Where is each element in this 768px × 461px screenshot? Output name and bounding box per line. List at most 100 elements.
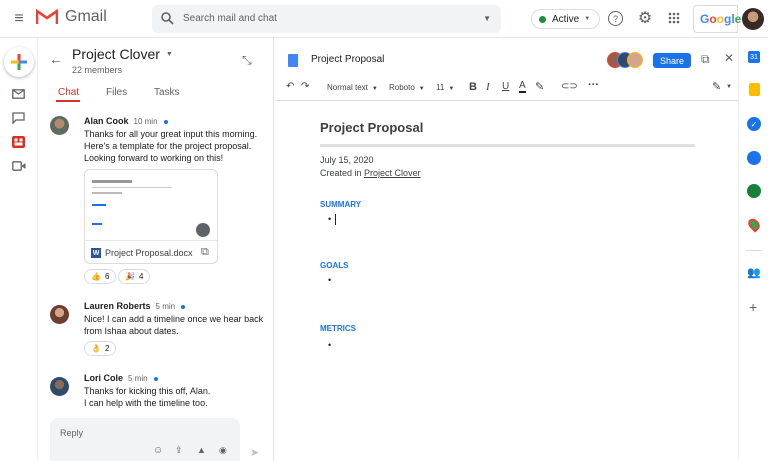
status-selector[interactable]: Active ▼ [531, 9, 600, 29]
gmail-logo[interactable]: Gmail [36, 8, 107, 26]
emoji-icon[interactable]: ☺ [153, 445, 163, 456]
chevron-down-icon[interactable]: ▼ [726, 84, 732, 90]
tab-chat[interactable]: Chat [58, 87, 79, 98]
brand-text: Google [700, 12, 742, 26]
calendar-icon[interactable]: 31 [748, 51, 760, 63]
reaction-count: 6 [104, 272, 110, 281]
add-addon-icon[interactable]: + [749, 299, 757, 315]
right-rail: 31 ✓ 👥 + [738, 38, 768, 461]
open-external-icon[interactable]: ⧉ [201, 246, 209, 259]
drive-icon[interactable]: ▲ [197, 445, 206, 455]
mail-icon[interactable] [12, 89, 25, 99]
thumbnail-title-bar [92, 180, 132, 183]
doc-title: Project Proposal [311, 54, 385, 65]
new-button[interactable] [4, 47, 34, 77]
share-button[interactable]: Share [653, 53, 691, 68]
gear-icon[interactable]: ⚙ [636, 9, 654, 27]
chat-bubble-icon[interactable] [196, 223, 210, 237]
attachment-card[interactable]: W Project Proposal.docx ⧉ [84, 169, 218, 264]
format-toolbar: ↶ ↷ Normal text ▼ Roboto ▼ 11 ▼ B I U A ✎ ⊂… [275, 78, 738, 98]
avatar [627, 52, 643, 68]
style-dropdown[interactable]: Normal text ▼ [327, 83, 378, 92]
message-author: Lauren Roberts [84, 301, 151, 311]
close-icon[interactable]: ✕ [724, 51, 734, 65]
app-name: Gmail [65, 8, 107, 25]
chevron-down-icon: ▼ [584, 16, 591, 22]
created-link[interactable]: Project Clover [364, 168, 421, 178]
keep-icon[interactable] [749, 83, 760, 96]
attachment-thumbnail [85, 170, 217, 241]
style-label: Normal text [327, 83, 368, 92]
created-in-line: Created in Project Clover [320, 168, 421, 178]
reply-box[interactable]: Reply ☺ ⇪ ▲ ◉ [50, 418, 240, 461]
maps-icon[interactable] [745, 216, 763, 233]
font-label: Roboto [389, 83, 415, 92]
google-account-logo[interactable]: Google [693, 5, 742, 33]
avatar [50, 377, 69, 396]
reaction-chip[interactable]: 🎉 4 [118, 269, 151, 284]
online-dot [153, 376, 158, 381]
voice-icon[interactable] [747, 184, 761, 198]
bullet: • [328, 275, 332, 285]
reaction-chip[interactable]: 👍 6 [84, 269, 117, 284]
rooms-icon[interactable] [12, 136, 25, 148]
message-author: Lori Cole [84, 373, 124, 383]
tab-chat-underline [56, 100, 80, 102]
bullet: • [328, 340, 332, 350]
back-arrow-icon[interactable]: ← [49, 51, 63, 67]
message-line: from Ishaa about dates. [84, 326, 179, 336]
send-icon[interactable]: ➤ [250, 446, 259, 459]
message-text: Thanks for kicking this off, Alan. I can… [84, 385, 269, 409]
edit-mode-icon[interactable]: ✎ [712, 80, 721, 93]
collaborator-avatars[interactable] [607, 52, 643, 68]
chat-icon[interactable] [12, 112, 25, 124]
redo-icon[interactable]: ↷ [301, 81, 309, 92]
search-input[interactable]: Search mail and chat [183, 13, 277, 24]
docs-icon [288, 54, 298, 67]
open-in-new-icon[interactable]: ⧉ [701, 52, 710, 67]
chat-pane: ← Project Clover ▼ 22 members ⤡ Chat Fil… [38, 38, 274, 461]
meet-icon[interactable] [12, 161, 26, 171]
undo-icon[interactable]: ↶ [286, 81, 294, 92]
meet-link-icon[interactable]: ◉ [219, 445, 227, 456]
avatar [50, 305, 69, 324]
search-icon[interactable] [161, 12, 174, 25]
avatar[interactable] [742, 8, 764, 30]
message-author: Alan Cook [84, 116, 129, 126]
section-heading: GOALS [320, 261, 349, 270]
font-dropdown[interactable]: Roboto ▼ [389, 83, 425, 92]
contacts-icon[interactable] [747, 151, 761, 165]
underline-icon[interactable]: U [502, 81, 509, 92]
bold-icon[interactable]: B [469, 81, 477, 93]
tab-files[interactable]: Files [106, 87, 127, 98]
collapse-icon[interactable]: ⤡ [242, 53, 252, 68]
reaction-chip[interactable]: 👌 2 [84, 341, 117, 356]
space-title[interactable]: Project Clover ▼ [72, 46, 173, 62]
people-icon[interactable]: 👥 [747, 266, 761, 279]
size-dropdown[interactable]: 11 ▼ [436, 83, 454, 92]
more-icon[interactable]: ··· [588, 79, 599, 91]
help-icon[interactable]: ? [608, 11, 623, 26]
text-color-icon[interactable]: A [519, 81, 526, 93]
thumbnail-heading [92, 223, 102, 225]
main-menu-icon[interactable]: ≡ [9, 9, 29, 29]
message-line: Looking forward to working on this! [84, 153, 224, 163]
highlight-icon[interactable]: ✎ [535, 80, 544, 93]
reply-input[interactable]: Reply [60, 428, 83, 438]
tasks-icon[interactable]: ✓ [747, 117, 761, 131]
apps-grid-icon[interactable] [668, 12, 680, 24]
message-time: 5 min [128, 374, 148, 383]
plus-icon [11, 54, 27, 70]
created-prefix: Created in [320, 168, 362, 178]
reaction-emoji: 🎉 [125, 272, 135, 281]
online-dot [181, 304, 186, 309]
italic-icon[interactable]: I [486, 81, 490, 93]
tab-tasks[interactable]: Tasks [154, 87, 180, 98]
rail-divider [746, 250, 762, 251]
upload-icon[interactable]: ⇪ [175, 445, 183, 456]
search-options-icon[interactable]: ▼ [483, 14, 491, 23]
chevron-down-icon: ▼ [371, 86, 378, 92]
search-bar[interactable]: Search mail and chat ▼ [152, 5, 501, 33]
link-icon[interactable]: ⊂⊃ [561, 81, 578, 92]
section-heading: METRICS [320, 324, 356, 333]
